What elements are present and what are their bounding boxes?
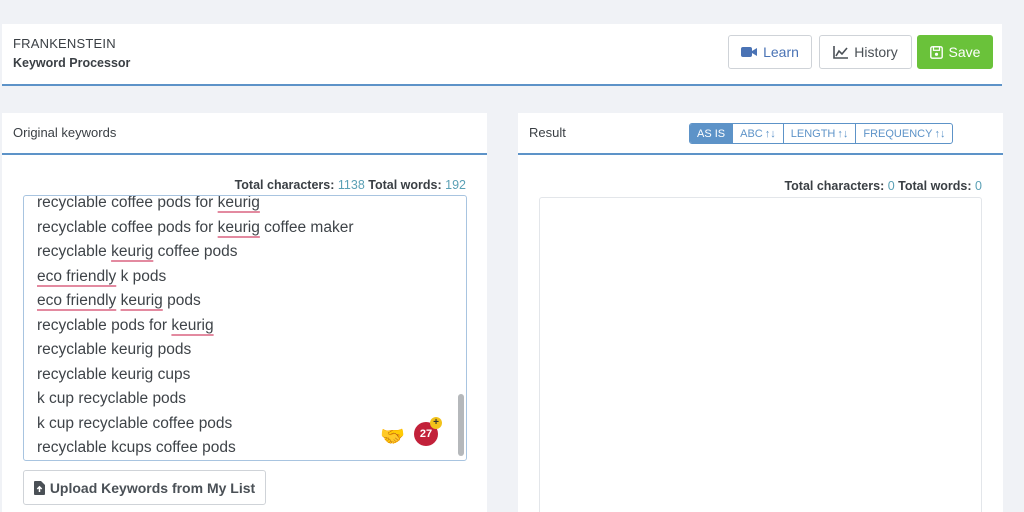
sort-arrows-icon: ↑↓ [764, 127, 776, 140]
result-textarea[interactable] [539, 197, 982, 512]
result-stats: Total characters: 0 Total words: 0 [784, 179, 982, 193]
sort-toggle-group: AS IS ABC ↑↓ LENGTH ↑↓ FREQUENCY ↑↓ [689, 123, 954, 144]
sort-abc-button[interactable]: ABC ↑↓ [732, 124, 783, 143]
keywords-textarea[interactable]: recyclable coffee pods for keurig recycl… [23, 195, 467, 461]
keyword-line: eco friendly keurig pods [37, 292, 201, 309]
keyword-line: recyclable keurig coffee pods [37, 243, 238, 260]
sort-length-button[interactable]: LENGTH ↑↓ [782, 124, 856, 143]
sort-arrows-icon: ↑↓ [837, 127, 849, 140]
sort-frequency-button[interactable]: FREQUENCY ↑↓ [855, 124, 952, 143]
keyword-line: recyclable coffee pods for keurig [37, 195, 260, 211]
upload-keywords-button[interactable]: Upload Keywords from My List [23, 470, 266, 505]
original-keywords-title: Original keywords [13, 125, 117, 140]
handshake-icon[interactable]: 🤝 [380, 424, 405, 449]
file-upload-icon [33, 480, 45, 495]
plus-icon: + [430, 417, 442, 429]
keyword-line: k cup recyclable coffee pods [37, 414, 233, 432]
keyword-line: recyclable coffee pods for keurig coffee… [37, 218, 354, 236]
sort-abc-label: ABC [740, 127, 763, 140]
result-title: Result [529, 125, 566, 140]
sort-frequency-label: FREQUENCY [863, 127, 933, 140]
floppy-disk-icon [929, 45, 943, 59]
keyword-line: recyclable kcups coffee pods [37, 439, 236, 456]
app-subtitle: Keyword Processor [13, 56, 131, 70]
save-button[interactable]: Save [917, 35, 993, 69]
result-total-characters-label: Total characters: [784, 179, 885, 193]
keyword-line: recyclable keurig cups [37, 365, 191, 383]
app-header: FRANKENSTEIN Keyword Processor Learn His… [2, 24, 1002, 86]
original-keywords-header: Original keywords [2, 113, 487, 155]
total-words-value: 192 [445, 178, 466, 192]
save-label: Save [948, 44, 981, 60]
keyword-line: eco friendly k pods [37, 267, 167, 285]
result-total-words-label: Total words: [898, 179, 972, 193]
history-label: History [854, 44, 898, 60]
textarea-scrollbar[interactable] [458, 394, 464, 456]
original-keywords-panel: Original keywords Total characters: 1138… [2, 113, 487, 512]
total-characters-label: Total characters: [234, 178, 335, 192]
keyword-line: k cup recyclable pods [37, 390, 187, 407]
result-header: Result AS IS ABC ↑↓ LENGTH ↑↓ FREQUENCY … [518, 113, 1003, 155]
result-total-words-value: 0 [975, 179, 982, 193]
app-name: FRANKENSTEIN [13, 36, 116, 51]
keyword-line: recyclable pods for keurig [37, 316, 214, 334]
upload-keywords-label: Upload Keywords from My List [49, 479, 256, 496]
history-button[interactable]: History [819, 35, 912, 69]
total-words-label: Total words: [368, 178, 442, 192]
learn-label: Learn [763, 44, 799, 60]
total-characters-value: 1138 [337, 178, 365, 192]
learn-button[interactable]: Learn [728, 35, 812, 69]
keyword-line: recyclable keurig pods [37, 341, 192, 358]
result-panel: Result AS IS ABC ↑↓ LENGTH ↑↓ FREQUENCY … [518, 113, 1003, 512]
keyword-list: recyclable coffee pods for keurig recycl… [37, 195, 354, 460]
video-camera-icon [741, 47, 758, 57]
original-stats: Total characters: 1138 Total words: 192 [235, 178, 466, 192]
sort-arrows-icon: ↑↓ [934, 127, 946, 140]
result-total-characters-value: 0 [887, 179, 895, 193]
sort-as-is-label: AS IS [697, 127, 726, 140]
line-chart-icon [833, 45, 849, 59]
sort-as-is-button[interactable]: AS IS [690, 124, 733, 143]
sort-length-label: LENGTH [790, 127, 836, 140]
